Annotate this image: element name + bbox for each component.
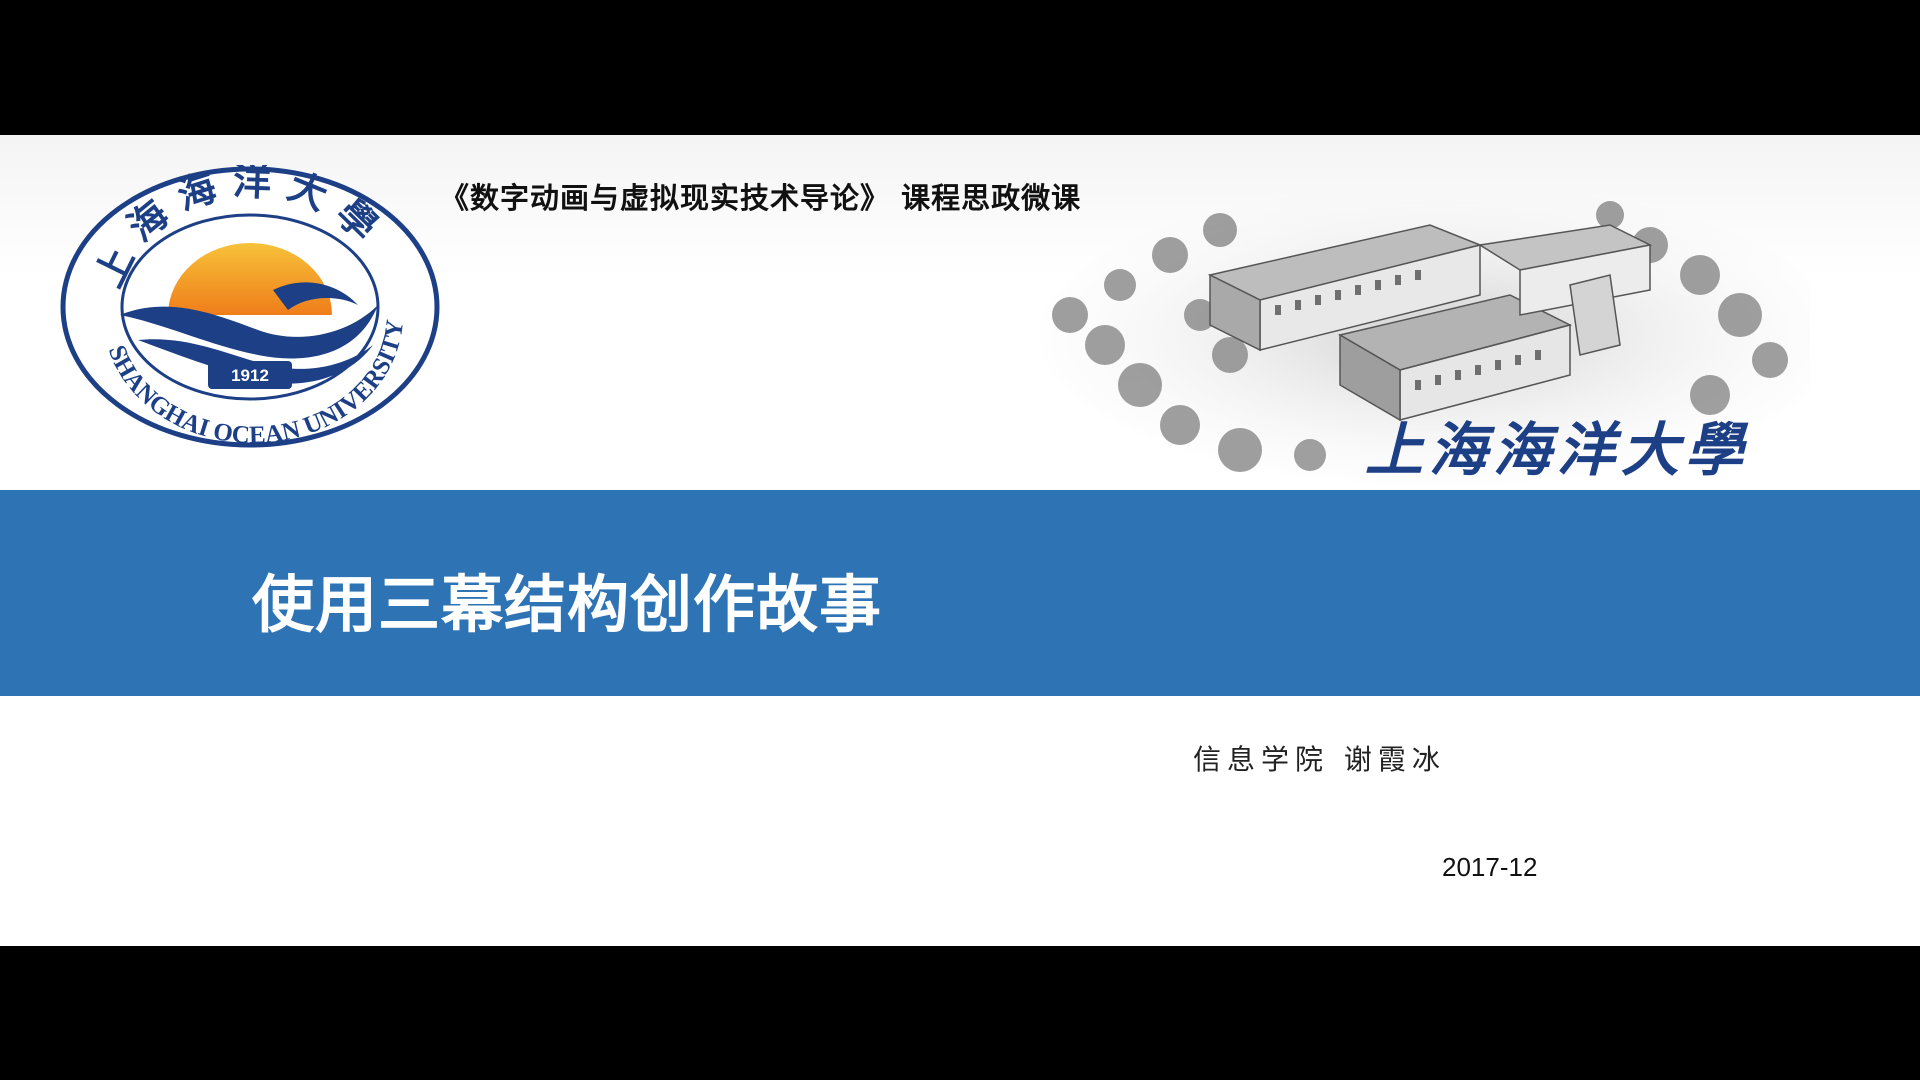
letterbox-bottom [0,946,1920,1080]
seal-year: 1912 [231,366,269,385]
university-seal-icon: 1912 上海海洋大學 SHANGHAI OCEAN UNIVERSITY [58,158,443,450]
date-label: 2017-12 [1442,852,1538,882]
course-title: 《数字动画与虚拟现实技术导论》 课程思政微课 [440,181,1082,215]
author-label: 信息学院 谢霞冰 [1193,743,1446,776]
campus-university-name: 上海海洋大學 [1365,416,1750,484]
slide-title: 使用三幕结构创作故事 [252,568,883,641]
slide: 1912 上海海洋大學 SHANGHAI OCEAN UNIVERSITY 《数… [0,135,1920,946]
letterbox-top [0,0,1920,135]
title-band: 使用三幕结构创作故事 [0,490,1920,696]
